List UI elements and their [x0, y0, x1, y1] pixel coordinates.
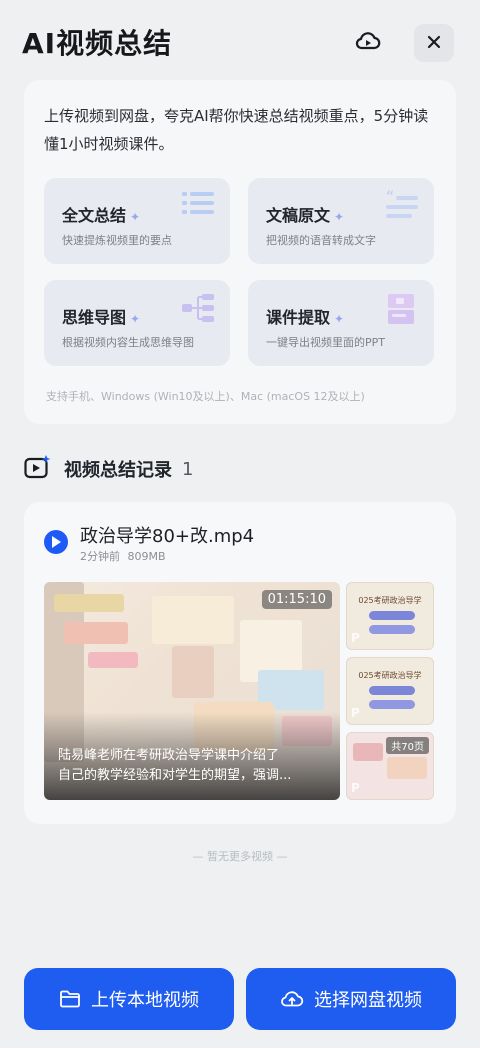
slide-pill	[369, 625, 415, 634]
cloud-play-icon	[355, 30, 381, 56]
no-more-videos-text: — 暂无更多视频 —	[192, 850, 288, 863]
close-button[interactable]	[414, 24, 454, 62]
list-icon	[182, 190, 216, 224]
feature-desc: 一键导出视频里面的PPT	[266, 336, 385, 349]
play-button[interactable]	[44, 530, 68, 554]
records-count: 1	[182, 458, 194, 480]
close-icon	[427, 34, 441, 53]
sparkle-icon: ✦	[334, 210, 345, 224]
slide-title: 025考研政治导学	[358, 671, 422, 680]
button-label: 选择网盘视频	[314, 990, 422, 1011]
video-size: 809MB	[127, 550, 166, 563]
caption-line: 自己的教学经验和对学生的期望，强调...	[58, 768, 292, 783]
feature-transcript[interactable]: 文稿原文 ✦ 把视频的语音转成文字 “	[248, 178, 434, 264]
platform-support-text: 支持手机、Windows (Win10及以上)、Mac (macOS 12及以上…	[46, 390, 365, 403]
slide-block	[387, 757, 427, 779]
feature-desc: 把视频的语音转成文字	[266, 234, 376, 247]
button-label: 上传本地视频	[91, 990, 199, 1011]
ppt-watermark-icon: P	[351, 781, 360, 795]
video-time: 2分钟前	[80, 550, 120, 563]
slide-pill	[369, 700, 415, 709]
slide-pill	[369, 611, 415, 620]
feature-title: 文稿原文	[266, 206, 331, 225]
slide-title: 025考研政治导学	[358, 596, 422, 605]
slide-thumbnail[interactable]: 025考研政治导学 P	[346, 582, 434, 650]
slide-block	[172, 646, 214, 698]
slide-block	[88, 652, 138, 668]
page-title: AI视频总结	[22, 27, 173, 60]
mindmap-icon	[182, 292, 216, 328]
video-meta: 2分钟前 809MB	[80, 548, 166, 564]
slide-block	[54, 594, 124, 612]
sparkle-icon: ✦	[130, 210, 141, 224]
cloud-upload-icon	[280, 989, 304, 1009]
slide-pill	[369, 686, 415, 695]
slide-block	[152, 596, 234, 644]
caption-line: 陆易峰老师在考研政治导学课中介绍了	[58, 748, 280, 763]
video-ai-icon	[24, 454, 52, 484]
quote-icon: “	[386, 187, 420, 224]
records-title: 视频总结记录	[64, 460, 172, 481]
folder-icon	[59, 990, 81, 1008]
video-duration: 01:15:10	[261, 590, 332, 609]
ppt-watermark-icon: P	[351, 706, 360, 720]
video-record-card[interactable]: 政治导学80+改.mp4 2分钟前 809MB 01:15:10 陆易峰老师在考…	[24, 502, 456, 824]
slides-icon	[386, 292, 420, 330]
choose-cloud-video-button[interactable]: 选择网盘视频	[246, 968, 456, 1030]
intro-text: 上传视频到网盘，夸克AI帮你快速总结视频重点，5分钟读懂1小时视频课件。	[44, 107, 429, 153]
feature-desc: 根据视频内容生成思维导图	[62, 336, 194, 349]
cloud-sync-button[interactable]	[348, 24, 388, 62]
video-thumbnail[interactable]: 01:15:10 陆易峰老师在考研政治导学课中介绍了 自己的教学经验和对学生的期…	[44, 582, 340, 800]
header: AI视频总结	[0, 0, 480, 80]
feature-title: 全文总结	[62, 206, 127, 225]
summary-caption: 陆易峰老师在考研政治导学课中介绍了 自己的教学经验和对学生的期望，强调...	[58, 746, 328, 786]
intro-panel: 上传视频到网盘，夸克AI帮你快速总结视频重点，5分钟读懂1小时视频课件。 全文总…	[24, 80, 456, 424]
upload-local-video-button[interactable]: 上传本地视频	[24, 968, 234, 1030]
video-filename: 政治导学80+改.mp4	[80, 526, 255, 547]
slide-block	[353, 743, 383, 761]
feature-title: 思维导图	[62, 308, 127, 327]
records-header: 视频总结记录 1	[24, 452, 193, 486]
feature-slides-extract[interactable]: 课件提取 ✦ 一键导出视频里面的PPT	[248, 280, 434, 366]
feature-desc: 快速提炼视频里的要点	[62, 234, 172, 247]
feature-full-summary[interactable]: 全文总结 ✦ 快速提炼视频里的要点	[44, 178, 230, 264]
sparkle-icon: ✦	[130, 312, 141, 326]
svg-text:“: “	[386, 190, 394, 206]
sparkle-icon: ✦	[334, 312, 345, 326]
slide-thumbnail[interactable]: 025考研政治导学 P	[346, 657, 434, 725]
slide-thumbnail[interactable]: 共70页 P	[346, 732, 434, 800]
page-count-badge: 共70页	[386, 737, 429, 754]
play-icon	[51, 533, 61, 552]
feature-title: 课件提取	[266, 308, 331, 327]
feature-mindmap[interactable]: 思维导图 ✦ 根据视频内容生成思维导图	[44, 280, 230, 366]
slide-block	[64, 622, 128, 644]
ppt-watermark-icon: P	[351, 631, 360, 645]
